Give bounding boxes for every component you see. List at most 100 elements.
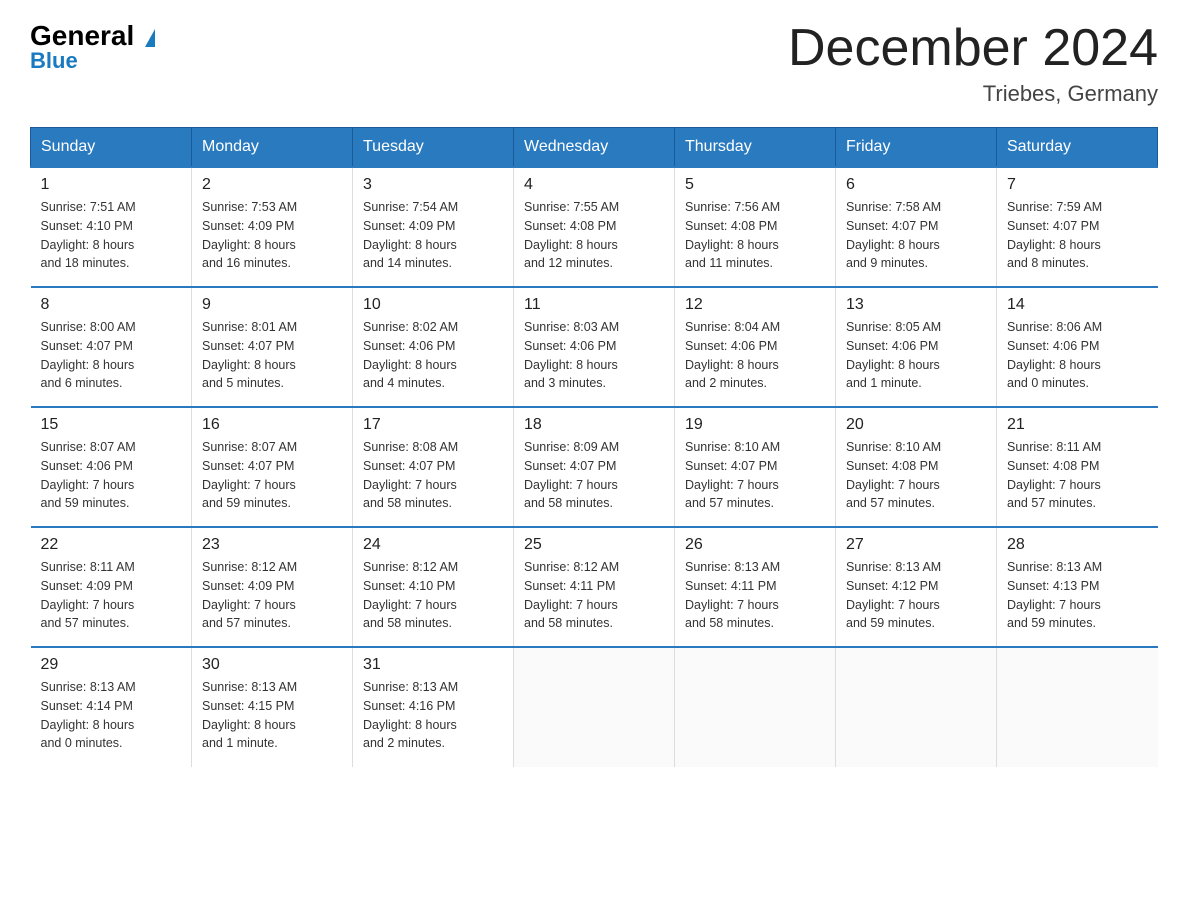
- header-friday: Friday: [836, 128, 997, 168]
- day-number: 25: [524, 536, 664, 554]
- day-number: 6: [846, 176, 986, 194]
- week-row-3: 15Sunrise: 8:07 AMSunset: 4:06 PMDayligh…: [31, 407, 1158, 527]
- title-area: December 2024 Triebes, Germany: [788, 20, 1158, 107]
- day-info: Sunrise: 8:12 AMSunset: 4:09 PMDaylight:…: [202, 558, 342, 633]
- header-thursday: Thursday: [675, 128, 836, 168]
- day-number: 13: [846, 296, 986, 314]
- day-cell: 18 Sunrise: 8:09 AMSunset: 4:07 PMDayligh…: [514, 407, 675, 527]
- day-info: Sunrise: 7:55 AMSunset: 4:08 PMDaylight:…: [524, 198, 664, 273]
- day-number: 28: [1007, 536, 1148, 554]
- day-number: 10: [363, 296, 503, 314]
- day-cell: 2 Sunrise: 7:53 AMSunset: 4:09 PMDaylight…: [192, 167, 353, 287]
- day-number: 18: [524, 416, 664, 434]
- day-info: Sunrise: 8:13 AMSunset: 4:13 PMDaylight:…: [1007, 558, 1148, 633]
- day-info: Sunrise: 8:04 AMSunset: 4:06 PMDaylight:…: [685, 318, 825, 393]
- day-cell: 27 Sunrise: 8:13 AMSunset: 4:12 PMDayligh…: [836, 527, 997, 647]
- day-number: 11: [524, 296, 664, 314]
- day-number: 5: [685, 176, 825, 194]
- calendar-table: Sunday Monday Tuesday Wednesday Thursday…: [30, 127, 1158, 767]
- day-cell: [675, 647, 836, 767]
- day-info: Sunrise: 8:11 AMSunset: 4:08 PMDaylight:…: [1007, 438, 1148, 513]
- day-info: Sunrise: 8:10 AMSunset: 4:07 PMDaylight:…: [685, 438, 825, 513]
- day-cell: 30 Sunrise: 8:13 AMSunset: 4:15 PMDayligh…: [192, 647, 353, 767]
- day-info: Sunrise: 8:02 AMSunset: 4:06 PMDaylight:…: [363, 318, 503, 393]
- day-number: 2: [202, 176, 342, 194]
- header-tuesday: Tuesday: [353, 128, 514, 168]
- day-number: 26: [685, 536, 825, 554]
- header-monday: Monday: [192, 128, 353, 168]
- day-cell: 8 Sunrise: 8:00 AMSunset: 4:07 PMDaylight…: [31, 287, 192, 407]
- day-number: 12: [685, 296, 825, 314]
- day-cell: [997, 647, 1158, 767]
- day-cell: 29 Sunrise: 8:13 AMSunset: 4:14 PMDayligh…: [31, 647, 192, 767]
- day-info: Sunrise: 7:58 AMSunset: 4:07 PMDaylight:…: [846, 198, 986, 273]
- day-cell: 9 Sunrise: 8:01 AMSunset: 4:07 PMDaylight…: [192, 287, 353, 407]
- day-number: 15: [41, 416, 182, 434]
- day-info: Sunrise: 7:53 AMSunset: 4:09 PMDaylight:…: [202, 198, 342, 273]
- day-cell: 22Sunrise: 8:11 AMSunset: 4:09 PMDayligh…: [31, 527, 192, 647]
- day-number: 9: [202, 296, 342, 314]
- day-cell: 17 Sunrise: 8:08 AMSunset: 4:07 PMDayligh…: [353, 407, 514, 527]
- day-info: Sunrise: 8:09 AMSunset: 4:07 PMDaylight:…: [524, 438, 664, 513]
- day-info: Sunrise: 8:07 AMSunset: 4:07 PMDaylight:…: [202, 438, 342, 513]
- day-cell: [514, 647, 675, 767]
- day-cell: 5Sunrise: 7:56 AMSunset: 4:08 PMDaylight…: [675, 167, 836, 287]
- day-cell: 1 Sunrise: 7:51 AMSunset: 4:10 PMDaylight…: [31, 167, 192, 287]
- day-info: Sunrise: 8:13 AMSunset: 4:11 PMDaylight:…: [685, 558, 825, 633]
- day-number: 29: [41, 656, 182, 674]
- day-info: Sunrise: 8:01 AMSunset: 4:07 PMDaylight:…: [202, 318, 342, 393]
- header-sunday: Sunday: [31, 128, 192, 168]
- day-cell: 24 Sunrise: 8:12 AMSunset: 4:10 PMDayligh…: [353, 527, 514, 647]
- day-number: 4: [524, 176, 664, 194]
- day-cell: 13Sunrise: 8:05 AMSunset: 4:06 PMDayligh…: [836, 287, 997, 407]
- header-saturday: Saturday: [997, 128, 1158, 168]
- page-header: General Blue December 2024 Triebes, Germ…: [30, 20, 1158, 107]
- day-info: Sunrise: 7:54 AMSunset: 4:09 PMDaylight:…: [363, 198, 503, 273]
- day-number: 16: [202, 416, 342, 434]
- header-wednesday: Wednesday: [514, 128, 675, 168]
- day-number: 3: [363, 176, 503, 194]
- day-cell: 14Sunrise: 8:06 AMSunset: 4:06 PMDayligh…: [997, 287, 1158, 407]
- day-cell: 25Sunrise: 8:12 AMSunset: 4:11 PMDayligh…: [514, 527, 675, 647]
- day-number: 8: [41, 296, 182, 314]
- day-info: Sunrise: 8:13 AMSunset: 4:12 PMDaylight:…: [846, 558, 986, 633]
- day-header-row: Sunday Monday Tuesday Wednesday Thursday…: [31, 128, 1158, 168]
- day-cell: 10 Sunrise: 8:02 AMSunset: 4:06 PMDayligh…: [353, 287, 514, 407]
- day-cell: 26 Sunrise: 8:13 AMSunset: 4:11 PMDayligh…: [675, 527, 836, 647]
- day-cell: [836, 647, 997, 767]
- day-info: Sunrise: 8:06 AMSunset: 4:06 PMDaylight:…: [1007, 318, 1148, 393]
- day-number: 19: [685, 416, 825, 434]
- day-cell: 7Sunrise: 7:59 AMSunset: 4:07 PMDaylight…: [997, 167, 1158, 287]
- day-cell: 11Sunrise: 8:03 AMSunset: 4:06 PMDayligh…: [514, 287, 675, 407]
- day-cell: 21 Sunrise: 8:11 AMSunset: 4:08 PMDayligh…: [997, 407, 1158, 527]
- week-row-4: 22Sunrise: 8:11 AMSunset: 4:09 PMDayligh…: [31, 527, 1158, 647]
- day-number: 21: [1007, 416, 1148, 434]
- week-row-1: 1 Sunrise: 7:51 AMSunset: 4:10 PMDaylight…: [31, 167, 1158, 287]
- day-info: Sunrise: 8:13 AMSunset: 4:14 PMDaylight:…: [41, 678, 182, 753]
- day-number: 24: [363, 536, 503, 554]
- day-cell: 23 Sunrise: 8:12 AMSunset: 4:09 PMDayligh…: [192, 527, 353, 647]
- day-number: 27: [846, 536, 986, 554]
- day-cell: 31 Sunrise: 8:13 AMSunset: 4:16 PMDayligh…: [353, 647, 514, 767]
- day-number: 31: [363, 656, 503, 674]
- day-info: Sunrise: 7:59 AMSunset: 4:07 PMDaylight:…: [1007, 198, 1148, 273]
- day-info: Sunrise: 8:11 AMSunset: 4:09 PMDaylight:…: [41, 558, 182, 633]
- day-number: 20: [846, 416, 986, 434]
- day-info: Sunrise: 8:13 AMSunset: 4:16 PMDaylight:…: [363, 678, 503, 753]
- day-number: 30: [202, 656, 342, 674]
- day-info: Sunrise: 8:08 AMSunset: 4:07 PMDaylight:…: [363, 438, 503, 513]
- day-info: Sunrise: 8:10 AMSunset: 4:08 PMDaylight:…: [846, 438, 986, 513]
- day-cell: 4 Sunrise: 7:55 AMSunset: 4:08 PMDaylight…: [514, 167, 675, 287]
- day-info: Sunrise: 8:12 AMSunset: 4:10 PMDaylight:…: [363, 558, 503, 633]
- logo-blue-text: Blue: [30, 48, 78, 74]
- day-number: 17: [363, 416, 503, 434]
- day-info: Sunrise: 8:13 AMSunset: 4:15 PMDaylight:…: [202, 678, 342, 753]
- day-number: 1: [41, 176, 182, 194]
- week-row-5: 29 Sunrise: 8:13 AMSunset: 4:14 PMDayligh…: [31, 647, 1158, 767]
- day-number: 23: [202, 536, 342, 554]
- calendar-subtitle: Triebes, Germany: [788, 81, 1158, 107]
- day-info: Sunrise: 8:00 AMSunset: 4:07 PMDaylight:…: [41, 318, 182, 393]
- day-info: Sunrise: 7:51 AMSunset: 4:10 PMDaylight:…: [41, 198, 182, 273]
- day-cell: 28 Sunrise: 8:13 AMSunset: 4:13 PMDayligh…: [997, 527, 1158, 647]
- day-cell: 3 Sunrise: 7:54 AMSunset: 4:09 PMDaylight…: [353, 167, 514, 287]
